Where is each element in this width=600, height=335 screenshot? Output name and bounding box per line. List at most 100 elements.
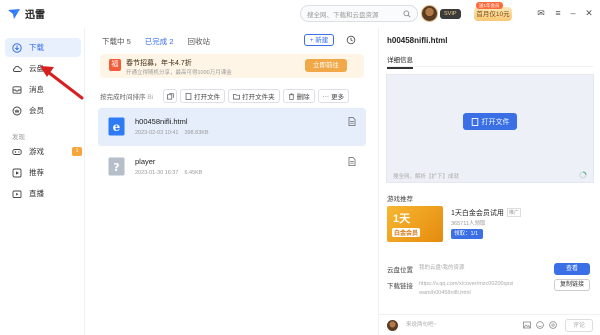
sidebar-section-discover: 发现 — [12, 134, 25, 141]
claim-button[interactable]: 领取：1/1 — [451, 229, 483, 239]
file-row[interactable]: ? player 2023-01-30 16:37 6.45KB — [98, 148, 366, 186]
commenter-avatar — [387, 320, 398, 331]
download-icon — [12, 42, 22, 53]
close-icon[interactable]: ✕ — [583, 7, 595, 19]
file-size: 6.45KB — [184, 170, 203, 176]
download-link-value: https://v.qq.com/x/cover/mzc00200qxxi wa… — [419, 281, 514, 296]
file-toolbar: 按完成时间排序 Bi 打开文件 打开文件夹 删除 ··· 更多 — [100, 89, 362, 103]
sidebar-item-live[interactable]: 直播 — [5, 184, 81, 203]
sidebar-item-vip[interactable]: 会员 — [5, 101, 81, 120]
user-avatar[interactable] — [421, 5, 438, 22]
more-button[interactable]: ··· 更多 — [317, 89, 350, 103]
mention-icon[interactable] — [549, 321, 557, 329]
emoji-icon[interactable] — [536, 321, 544, 329]
view-button[interactable]: 查看 — [554, 263, 590, 275]
recommend-section-title: 游戏推荐 — [387, 196, 413, 203]
banner-title: 春节招募，年卡4.7折 — [126, 60, 192, 67]
download-link-label: 下载链接 — [387, 283, 413, 290]
open-file-label: 打开文件 — [481, 118, 510, 126]
sort-dropdown[interactable]: 按完成时间排序 Bi — [100, 91, 153, 101]
open-folder-label: 打开文件夹 — [242, 94, 275, 101]
promo-banner[interactable]: 福 春节招募，年卡4.7折 开通立得随机分享，最高可得1000万月课金 立即前往 — [100, 54, 364, 78]
folder-icon — [233, 93, 241, 99]
search-placeholder: 搜全网、下载和云盘资源 — [307, 11, 379, 19]
red-envelope-icon: 福 — [109, 59, 121, 71]
loading-icon — [579, 171, 587, 179]
search-input[interactable]: 搜全网、下载和云盘资源 — [300, 5, 418, 22]
delete-button[interactable]: 删除 — [282, 89, 315, 103]
file-row[interactable]: e h00458nifli.html 2023-02-03 10:41 398.… — [98, 108, 366, 146]
file-detail-icon[interactable] — [348, 117, 356, 126]
preview-open-file-button[interactable]: 打开文件 — [463, 113, 517, 130]
comment-submit-button[interactable]: 评论 — [565, 319, 593, 332]
sidebar-item-cloud[interactable]: 云盘 — [5, 59, 81, 78]
download-tabs: 下载中 5 已完成 2 回收站 — [102, 36, 210, 47]
recommend-thumb-small: 白金会员 — [392, 228, 421, 237]
recommend-thumbnail: 1天 白金会员 — [387, 206, 443, 242]
tab-downloading[interactable]: 下载中 5 — [102, 36, 131, 47]
message-icon — [12, 85, 22, 94]
file-name: player — [135, 157, 156, 166]
tab-divider — [387, 66, 593, 67]
trash-icon — [288, 93, 294, 100]
file-preview-area: 打开文件 搜全网，解析【扩下】成就 — [386, 74, 594, 183]
membership-promo-button[interactable]: 首月仅10元 — [474, 7, 512, 21]
banner-go-button[interactable]: 立即前往 — [305, 59, 347, 72]
recommend-icon — [12, 168, 22, 177]
recommend-title: 1天白金会员试用 — [451, 210, 504, 217]
sidebar-item-game[interactable]: 游戏 1 — [5, 142, 82, 161]
sidebar-item-label: 推荐 — [29, 168, 44, 177]
minimize-icon[interactable]: – — [567, 7, 579, 19]
new-task-button[interactable]: + 新建 — [304, 34, 334, 46]
open-file-label: 打开文件 — [194, 94, 221, 101]
mail-icon[interactable]: ✉ — [535, 7, 547, 19]
more-dots-icon: ··· — [322, 92, 330, 100]
copy-link-button[interactable]: 复制链接 — [554, 279, 590, 291]
sidebar: 下载 云盘 消息 会员 发现 游戏 1 推荐 直播 — [0, 28, 85, 335]
ie-file-icon: e — [108, 117, 125, 136]
vip-badge[interactable]: SVIP — [440, 9, 461, 19]
cloud-icon — [12, 65, 22, 72]
cloud-location-label: 云盘位置 — [387, 267, 413, 274]
recommend-card[interactable]: 1天 白金会员 1天白金会员试用 推广 365711人领取 领取：1/1 — [387, 206, 591, 242]
svg-text:e: e — [113, 120, 121, 134]
file-detail-icon[interactable] — [348, 157, 356, 166]
tab-recycle-bin[interactable]: 回收站 — [188, 36, 211, 47]
sidebar-item-download[interactable]: 下载 — [5, 38, 81, 57]
file-name: h00458nifli.html — [135, 117, 188, 126]
more-label: 更多 — [331, 94, 345, 101]
comment-input[interactable]: 来说两句吧~ — [402, 319, 522, 332]
file-date: 2023-01-30 16:37 — [135, 170, 179, 176]
unknown-file-icon: ? — [108, 157, 125, 176]
xunlei-bird-icon — [8, 8, 20, 19]
file-meta: 2023-02-03 10:41 398.83KB — [135, 130, 209, 136]
sort-suffix: Bi — [147, 94, 154, 101]
open-file-button[interactable]: 打开文件 — [180, 89, 226, 103]
game-icon — [12, 148, 22, 155]
sidebar-item-message[interactable]: 消息 — [5, 80, 81, 99]
sidebar-item-label: 会员 — [29, 106, 44, 115]
app-name: 迅雷 — [25, 10, 45, 21]
banner-subtitle: 开通立得随机分享，最高可得1000万月课金 — [126, 70, 232, 76]
comment-bar: 来说两句吧~ 评论 — [379, 314, 600, 335]
sidebar-item-label: 直播 — [29, 189, 44, 198]
history-icon[interactable] — [346, 35, 356, 45]
sidebar-item-recommend[interactable]: 推荐 — [5, 163, 81, 182]
live-icon — [12, 190, 22, 198]
promo-tag: 送1年会员 — [476, 2, 503, 9]
multi-select-button[interactable] — [163, 89, 178, 103]
search-icon[interactable] — [403, 10, 411, 18]
sidebar-item-label: 游戏 — [29, 147, 44, 156]
app-logo: 迅雷 — [7, 6, 45, 21]
sidebar-item-label: 消息 — [29, 85, 44, 94]
xunlei-app-window: 迅雷 搜全网、下载和云盘资源 SVIP 首月仅10元 送1年会员 ✉ ≡ – ✕… — [0, 0, 600, 335]
game-badge: 1 — [72, 147, 82, 156]
menu-icon[interactable]: ≡ — [552, 7, 564, 19]
title-bar: 迅雷 搜全网、下载和云盘资源 SVIP 首月仅10元 送1年会员 ✉ ≡ – ✕ — [0, 0, 600, 28]
open-folder-button[interactable]: 打开文件夹 — [228, 89, 280, 103]
image-icon[interactable] — [523, 321, 531, 329]
file-icon — [471, 117, 478, 126]
download-list-panel: 下载中 5 已完成 2 回收站 + 新建 福 春节招募，年卡4.7折 开通立得随… — [88, 28, 370, 335]
tab-completed[interactable]: 已完成 2 — [145, 36, 174, 47]
sidebar-item-label: 下载 — [29, 43, 44, 52]
